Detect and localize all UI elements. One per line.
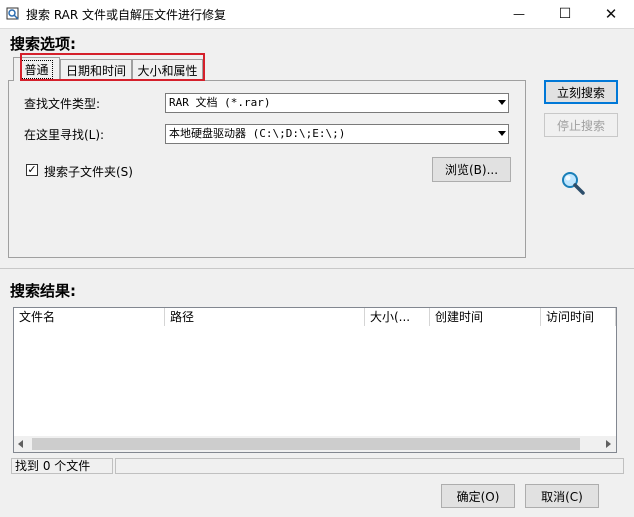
ok-button[interactable]: 确定(O): [441, 484, 515, 508]
look-in-select[interactable]: 本地硬盘驱动器 (C:\;D:\;E:\;): [165, 124, 509, 144]
subfolders-checkbox[interactable]: ✓: [26, 164, 38, 176]
combo-dropdown-icon[interactable]: [498, 131, 506, 136]
status-panel: [115, 458, 624, 474]
cancel-button[interactable]: 取消(C): [525, 484, 599, 508]
highlight-box: [20, 53, 205, 81]
section-divider: [0, 268, 634, 269]
column-header-filename[interactable]: 文件名: [14, 308, 165, 326]
title-bar: 搜索 RAR 文件或自解压文件进行修复 — ☐ ✕: [0, 0, 634, 29]
subfolders-label: 搜索子文件夹(S): [44, 165, 133, 179]
search-now-button[interactable]: 立刻搜索: [544, 80, 618, 104]
close-button[interactable]: ✕: [588, 0, 634, 28]
file-type-value: RAR 文档 (*.rar): [169, 96, 271, 109]
window-title: 搜索 RAR 文件或自解压文件进行修复: [26, 8, 227, 22]
scrollbar-thumb[interactable]: [32, 438, 580, 450]
file-type-label: 查找文件类型:: [24, 97, 101, 111]
column-header-created[interactable]: 创建时间: [430, 308, 541, 326]
column-header-path[interactable]: 路径: [165, 308, 365, 326]
close-icon: ✕: [604, 5, 618, 23]
minimize-button[interactable]: —: [496, 0, 542, 28]
browse-button[interactable]: 浏览(B)...: [432, 157, 511, 182]
results-list[interactable]: 文件名 路径 大小(... 创建时间 访问时间: [13, 307, 617, 453]
file-type-select[interactable]: RAR 文档 (*.rar): [165, 93, 509, 113]
scroll-right-icon[interactable]: [604, 440, 612, 448]
maximize-button[interactable]: ☐: [542, 0, 588, 28]
column-header-accessed[interactable]: 访问时间: [541, 308, 616, 326]
search-options-heading: 搜索选项:: [10, 35, 76, 53]
minimize-icon: —: [513, 7, 525, 21]
look-in-value: 本地硬盘驱动器 (C:\;D:\;E:\;): [169, 127, 346, 140]
scroll-left-icon[interactable]: [17, 440, 25, 448]
status-found: 找到 0 个文件: [11, 458, 113, 474]
column-header-size[interactable]: 大小(...: [365, 308, 430, 326]
combo-dropdown-icon[interactable]: [498, 100, 506, 105]
search-results-heading: 搜索结果:: [10, 282, 76, 300]
stop-search-button[interactable]: 停止搜索: [544, 113, 618, 137]
look-in-label: 在这里寻找(L):: [24, 128, 105, 142]
horizontal-scrollbar[interactable]: [14, 436, 616, 452]
app-icon: [6, 7, 19, 20]
maximize-icon: ☐: [558, 6, 572, 22]
magnifier-icon: [562, 172, 585, 195]
